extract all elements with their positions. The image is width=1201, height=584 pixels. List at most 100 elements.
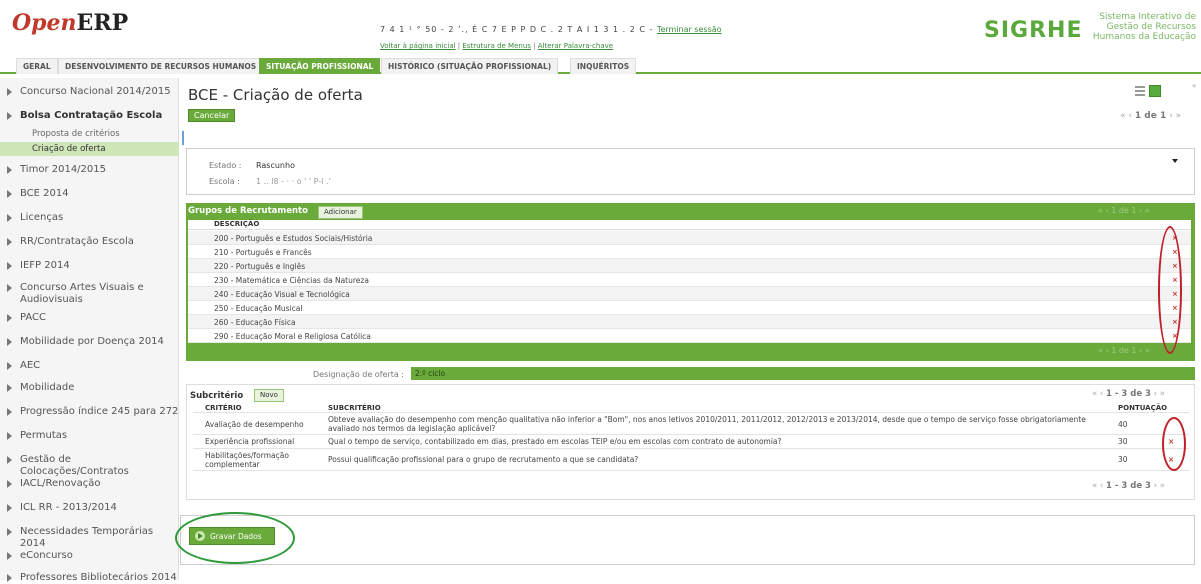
delete-icon[interactable]: × bbox=[1172, 234, 1178, 242]
sidebar-item-label: Mobilidade por Doença 2014 bbox=[20, 336, 164, 347]
sidebar-item-progressao[interactable]: Progressão índice 245 para 272 bbox=[0, 406, 179, 418]
table-row[interactable]: 260 - Educação Física × bbox=[188, 315, 1191, 329]
sidebar-item-label: Permutas bbox=[20, 430, 68, 441]
chevron-right-icon bbox=[7, 528, 12, 536]
pager-label: 1 de 1 bbox=[1134, 111, 1167, 121]
sidebar-subitem-proposta[interactable]: Proposta de critérios bbox=[0, 127, 179, 141]
chevron-right-icon bbox=[7, 408, 12, 416]
chevron-right-icon bbox=[7, 384, 12, 392]
tab-geral[interactable]: GERAL bbox=[16, 58, 58, 74]
sidebar-item-iacl[interactable]: IACL/Renovação bbox=[0, 478, 179, 490]
table-row[interactable]: 220 - Português e Inglês × bbox=[188, 259, 1191, 273]
sidebar-item-icl-rr[interactable]: ICL RR - 2013/2014 bbox=[0, 502, 179, 514]
sidebar-item-label: ICL RR - 2013/2014 bbox=[20, 502, 117, 513]
sidebar-item-permutas[interactable]: Permutas bbox=[0, 430, 179, 442]
sidebar-item-necessidades[interactable]: Necessidades Temporárias 2014 bbox=[0, 526, 179, 550]
new-subcriterio-button[interactable]: Novo bbox=[254, 389, 284, 402]
sidebar-item-label: Timor 2014/2015 bbox=[20, 164, 106, 175]
sidebar-item-concurso-nacional[interactable]: Concurso Nacional 2014/2015 bbox=[0, 86, 179, 98]
tab-desenvolvimento[interactable]: DESENVOLVIMENTO DE RECURSOS HUMANOS bbox=[58, 58, 264, 74]
menu-structure-link[interactable]: Estrutura de Menus bbox=[462, 42, 531, 50]
sidebar-item-rr-contratacao[interactable]: RR/Contratação Escola bbox=[0, 236, 179, 248]
chevron-down-icon[interactable] bbox=[1172, 159, 1178, 163]
table-row[interactable]: 200 - Português e Estudos Sociais/Histór… bbox=[188, 231, 1191, 245]
delete-icon[interactable]: × bbox=[1172, 318, 1178, 326]
delete-icon[interactable]: × bbox=[1172, 248, 1178, 256]
table-divider bbox=[193, 434, 1189, 435]
chevron-right-icon bbox=[7, 314, 12, 322]
list-view-icon[interactable] bbox=[1135, 86, 1145, 96]
chevron-right-icon bbox=[7, 88, 12, 96]
logout-link[interactable]: Terminar sessão bbox=[657, 25, 722, 34]
delete-icon[interactable]: × bbox=[1168, 437, 1174, 446]
chevron-right-icon bbox=[7, 362, 12, 370]
sidebar-subitem-criacao-oferta[interactable]: Criação de oferta bbox=[0, 142, 179, 156]
user-identifier: 7 4 1 ¹ ° 50 - 2 ’., É C 7 E P P D C . 2… bbox=[380, 25, 654, 34]
escola-value: 1 .. l8 - · · o ' ' P-l .’ bbox=[256, 177, 332, 186]
row-descricao: 210 - Português e Francês bbox=[214, 248, 312, 257]
sigrhe-subtitle-line: Sistema Interativo de bbox=[1099, 12, 1196, 22]
tab-historico[interactable]: HISTÓRICO (SITUAÇÃO PROFISSIONAL) bbox=[381, 58, 559, 74]
chevron-right-icon bbox=[7, 214, 12, 222]
sidebar-item-licencas[interactable]: Licenças bbox=[0, 212, 179, 224]
table-divider bbox=[193, 470, 1189, 471]
sidebar-item-bibliotecarios[interactable]: Professores Bibliotecários 2014 bbox=[0, 572, 179, 584]
sidebar-item-gestao-colocacoes[interactable]: Gestão de Colocações/Contratos bbox=[0, 454, 179, 478]
delete-icon[interactable]: × bbox=[1172, 332, 1178, 340]
sidebar-item-bce-2014[interactable]: BCE 2014 bbox=[0, 188, 179, 200]
change-password-link[interactable]: Alterar Palavra-chave bbox=[538, 42, 613, 50]
sidebar-item-timor[interactable]: Timor 2014/2015 bbox=[0, 164, 179, 176]
sidebar-item-aec[interactable]: AEC bbox=[0, 360, 179, 372]
sidebar-item-artes-visuais[interactable]: Concurso Artes Visuais e Audiovisuais bbox=[0, 282, 179, 306]
sidebar-item-iefp[interactable]: IEFP 2014 bbox=[0, 260, 179, 272]
row-descricao: 220 - Português e Inglês bbox=[214, 262, 306, 271]
prev-page-icon[interactable]: ‹ bbox=[1128, 111, 1132, 121]
tab-inqueritos[interactable]: INQUÉRITOS bbox=[570, 58, 637, 74]
grupos-pager-label: 1 de 1 bbox=[1111, 206, 1137, 215]
delete-icon[interactable]: × bbox=[1168, 455, 1174, 464]
delete-icon[interactable]: × bbox=[1172, 290, 1178, 298]
form-view-icon[interactable] bbox=[1149, 85, 1161, 97]
designacao-field[interactable]: 2.º ciclo bbox=[411, 367, 1195, 380]
first-page-icon[interactable]: « bbox=[1120, 111, 1126, 121]
chevron-right-icon bbox=[7, 574, 12, 582]
sidebar-item-mobilidade[interactable]: Mobilidade bbox=[0, 382, 179, 394]
next-page-icon[interactable]: › bbox=[1169, 111, 1173, 121]
sidebar-item-bolsa-contratacao[interactable]: Bolsa Contratação Escola bbox=[0, 110, 179, 122]
home-link[interactable]: Voltar à página inicial bbox=[380, 42, 456, 50]
chevron-right-icon bbox=[7, 166, 12, 174]
logo-erp: ERP bbox=[76, 10, 129, 36]
tab-situacao-profissional[interactable]: SITUAÇÃO PROFISSIONAL bbox=[259, 58, 381, 74]
table-divider bbox=[193, 448, 1189, 449]
table-row[interactable]: 250 - Educação Musical × bbox=[188, 301, 1191, 315]
delete-icon[interactable]: × bbox=[1172, 276, 1178, 284]
table-row[interactable]: 210 - Português e Francês × bbox=[188, 245, 1191, 259]
save-button[interactable]: Gravar Dados bbox=[189, 527, 275, 545]
table-row[interactable]: 290 - Educação Moral e Religiosa Católic… bbox=[188, 329, 1191, 343]
cell-subcriterio: Qual o tempo de serviço, contabilizado e… bbox=[328, 437, 782, 446]
row-descricao: 250 - Educação Musical bbox=[214, 304, 303, 313]
last-page-icon[interactable]: » bbox=[1176, 111, 1182, 121]
openerp-logo[interactable]: OpenERP bbox=[12, 10, 128, 36]
add-grupo-button[interactable]: Adicionar bbox=[318, 206, 363, 219]
delete-icon[interactable]: × bbox=[1172, 304, 1178, 312]
delete-icon[interactable]: × bbox=[1172, 262, 1178, 270]
collapse-icon[interactable]: « bbox=[1192, 82, 1196, 90]
table-row[interactable]: 230 - Matemática e Ciências da Natureza × bbox=[188, 273, 1191, 287]
subcriterio-pager-bottom: « ‹ 1 - 3 de 3 › » bbox=[1092, 481, 1165, 491]
col-criterio: CRITÉRIO bbox=[205, 404, 242, 412]
view-switcher bbox=[1135, 85, 1165, 98]
sidebar-item-mobilidade-doenca[interactable]: Mobilidade por Doença 2014 bbox=[0, 336, 179, 348]
sidebar-item-label: BCE 2014 bbox=[20, 188, 69, 199]
table-row[interactable]: 240 - Educação Visual e Tecnológica × bbox=[188, 287, 1191, 301]
sidebar-item-pacc[interactable]: PACC bbox=[0, 312, 179, 324]
cancel-button[interactable]: Cancelar bbox=[188, 109, 236, 122]
cell-subcriterio: Obteve avaliação do desempenho com mençã… bbox=[328, 415, 1086, 433]
cell-pontuacao: 40 bbox=[1118, 420, 1128, 429]
chevron-right-icon bbox=[7, 552, 12, 560]
cell-subcriterio: Possui qualificação profissional para o … bbox=[328, 455, 639, 464]
header: OpenERP 7 4 1 ¹ ° 50 - 2 ’., É C 7 E P P… bbox=[0, 0, 1201, 56]
sidebar-item-label: eConcurso bbox=[20, 550, 73, 561]
subcriterio-panel: Subcritério Novo « ‹ 1 - 3 de 3 › » CRIT… bbox=[186, 384, 1195, 500]
sidebar-item-econcurso[interactable]: eConcurso bbox=[0, 550, 179, 562]
